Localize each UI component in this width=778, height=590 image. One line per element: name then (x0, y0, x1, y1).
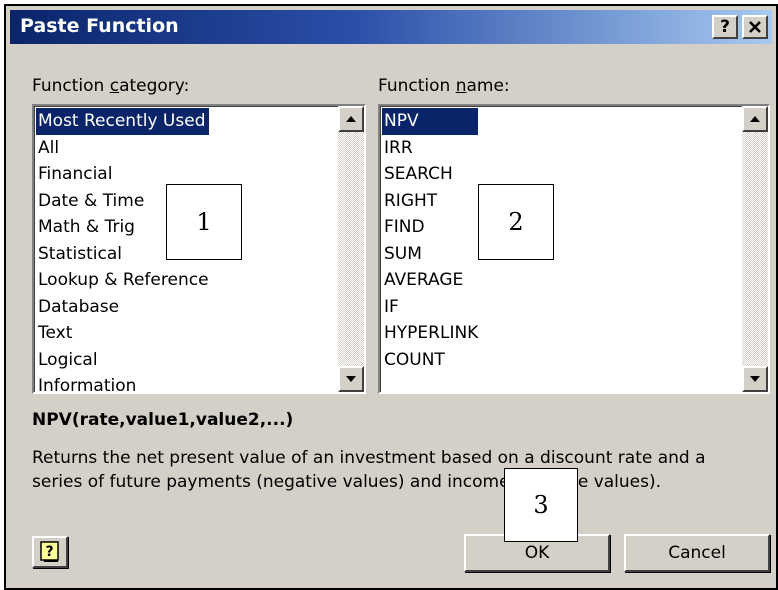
function-list-item[interactable]: NPV (382, 108, 479, 135)
function-list-item[interactable]: HYPERLINK (382, 320, 478, 347)
function-scroll-up-button[interactable] (742, 106, 768, 132)
function-list: NPV IRR SEARCH RIGHT FIND SUM AVERAGE IF HYPERLI… (382, 108, 479, 374)
arrow-up-icon (750, 116, 760, 122)
close-icon (749, 21, 761, 33)
arrow-down-icon (346, 376, 356, 382)
category-list-item[interactable]: Most Recently Used (36, 108, 209, 135)
help-button[interactable]: ? (32, 536, 68, 568)
function-description: Returns the net present value of an inve… (32, 448, 706, 492)
function-scrollbar[interactable] (742, 106, 768, 392)
function-list-item[interactable]: AVERAGE (382, 267, 478, 294)
category-list-item[interactable]: Information (36, 373, 209, 392)
category-list-item[interactable]: All (36, 135, 209, 162)
title-bar: Paste Function ? (10, 10, 772, 44)
function-list-item[interactable]: COUNT (382, 347, 478, 374)
close-button[interactable] (742, 15, 768, 39)
annotation-2: 2 (478, 184, 554, 260)
function-scroll-down-button[interactable] (742, 366, 768, 392)
function-name-listbox[interactable]: NPV IRR SEARCH RIGHT FIND SUM AVERAGE IF HYPERLI… (378, 104, 770, 394)
annotation-1: 1 (166, 184, 242, 260)
category-list-item[interactable]: Text (36, 320, 209, 347)
function-category-label: Function category: (32, 76, 190, 96)
category-list-item[interactable]: Lookup & Reference (36, 267, 209, 294)
arrow-up-icon (346, 116, 356, 122)
window-title: Paste Function (20, 15, 179, 37)
category-scroll-up-button[interactable] (338, 106, 364, 132)
paste-function-dialog: Paste Function ? Function category: Func… (4, 4, 778, 590)
help-icon: ? (40, 541, 59, 562)
help-title-button[interactable]: ? (712, 15, 738, 39)
category-list-item[interactable]: Logical (36, 347, 209, 374)
svg-text:?: ? (45, 544, 53, 560)
function-list-item[interactable]: SEARCH (382, 161, 478, 188)
annotation-3: 3 (504, 468, 578, 542)
function-name-label: Function name: (378, 76, 510, 96)
function-list-item[interactable]: SUM (382, 241, 478, 268)
function-syntax: NPV(rate,value1,value2,...) (32, 410, 294, 430)
category-scroll-down-button[interactable] (338, 366, 364, 392)
function-list-item[interactable]: IF (382, 294, 478, 321)
cancel-button[interactable]: Cancel (624, 534, 770, 572)
category-scrollbar[interactable] (338, 106, 364, 392)
function-list-item[interactable]: FIND (382, 214, 478, 241)
arrow-down-icon (750, 376, 760, 382)
function-list-item[interactable]: IRR (382, 135, 478, 162)
function-list-item[interactable]: RIGHT (382, 188, 478, 215)
category-list-item[interactable]: Database (36, 294, 209, 321)
